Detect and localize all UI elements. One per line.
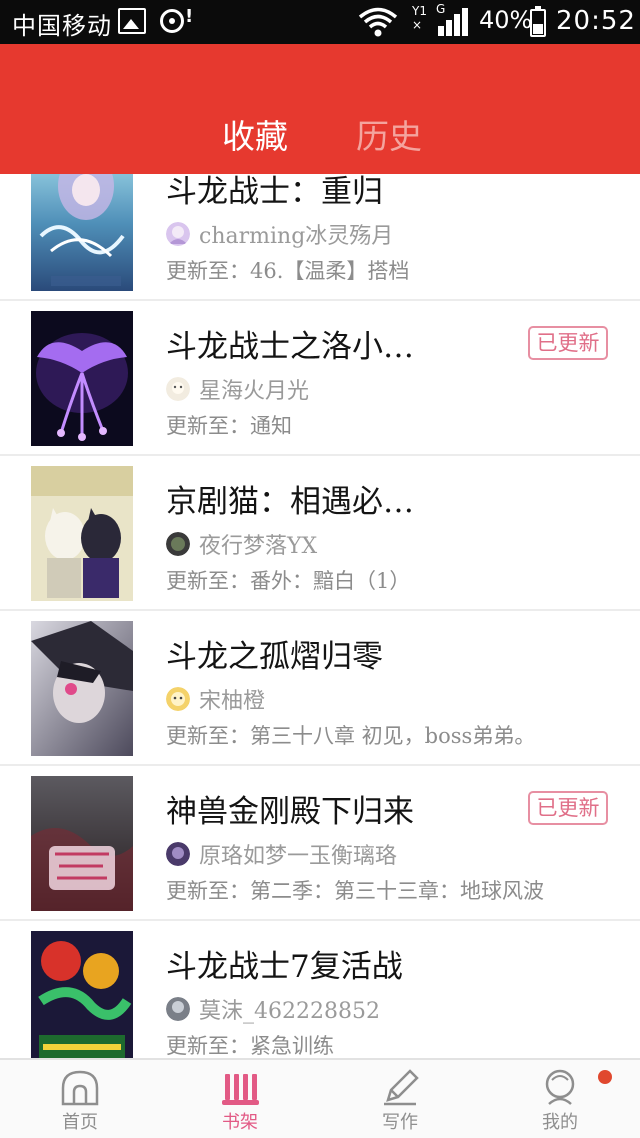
author-avatar	[166, 377, 190, 401]
nav-home[interactable]: 首页	[0, 1060, 160, 1138]
author-name: 星海火月光	[199, 379, 310, 404]
update-status: 更新至：46.【温柔】搭档	[166, 259, 410, 283]
signal-icon	[438, 8, 468, 36]
author-avatar	[166, 687, 190, 711]
nav-write[interactable]: 写作	[320, 1060, 480, 1138]
author-avatar	[166, 532, 190, 556]
list-item[interactable]: 斗龙战士7复活战 莫沫_462228852 更新至：紧急训练	[0, 921, 640, 1058]
profile-icon	[545, 1069, 575, 1105]
list-item[interactable]: 神兽金刚殿下归来 原珞如梦一玉衡璃珞 更新至：第二季：第三十三章：地球风波 已更…	[0, 766, 640, 921]
update-status: 更新至：番外：黯白（1）	[166, 569, 411, 593]
book-cover[interactable]	[31, 931, 133, 1058]
book-cover[interactable]	[31, 174, 133, 291]
book-cover[interactable]	[31, 776, 133, 911]
list-item[interactable]: 斗龙战士：重归 charming冰灵殇月 更新至：46.【温柔】搭档	[0, 174, 640, 301]
list-item[interactable]: 京剧猫：相遇必… 夜行梦落YX 更新至：番外：黯白（1）	[0, 456, 640, 611]
nav-label: 书架	[222, 1112, 258, 1133]
book-title: 斗龙战士：重归	[166, 174, 383, 210]
tab-favorites[interactable]: 收藏	[222, 110, 288, 158]
author-name: 宋柚橙	[199, 689, 266, 714]
book-cover[interactable]	[31, 466, 133, 601]
book-title: 斗龙之孤熠归零	[166, 639, 383, 675]
update-status: 更新至：第三十八章 初见，boss弟弟。	[166, 724, 536, 748]
updated-badge: 已更新	[528, 326, 608, 360]
media-icon	[160, 9, 184, 33]
update-status: 更新至：第二季：第三十三章：地球风波	[166, 879, 544, 903]
book-title: 斗龙战士之洛小…	[166, 329, 414, 365]
author-avatar	[166, 842, 190, 866]
tab-history[interactable]: 历史	[356, 110, 422, 158]
update-status: 更新至：通知	[166, 414, 292, 438]
nav-label: 首页	[62, 1112, 98, 1133]
author-name: 夜行梦落YX	[199, 534, 318, 559]
author-name: charming冰灵殇月	[199, 224, 394, 249]
app-header: 收藏 历史	[0, 44, 640, 174]
author-avatar	[166, 997, 190, 1021]
book-cover[interactable]	[31, 621, 133, 756]
updated-badge: 已更新	[528, 791, 608, 825]
home-icon	[61, 1070, 99, 1106]
list-item[interactable]: 斗龙之孤熠归零 宋柚橙 更新至：第三十八章 初见，boss弟弟。	[0, 611, 640, 766]
author-name: 莫沫_462228852	[199, 999, 380, 1024]
nav-profile[interactable]: 我的	[480, 1060, 640, 1138]
bookshelf-icon	[222, 1074, 259, 1105]
status-bar: 中国移动 ! Y1 × G 40% 20:52	[0, 0, 640, 44]
alert-mark: !	[185, 6, 194, 27]
book-title: 京剧猫：相遇必…	[166, 484, 414, 520]
nav-label: 我的	[542, 1112, 578, 1133]
clock: 20:52	[556, 6, 636, 36]
network-type: Y1 ×	[412, 4, 427, 32]
update-status: 更新至：紧急训练	[166, 1034, 334, 1058]
wifi-icon	[358, 7, 398, 37]
battery-percent: 40%	[479, 6, 533, 34]
bottom-nav: 首页 书架 写作 我的	[0, 1058, 640, 1138]
book-title: 神兽金刚殿下归来	[166, 794, 414, 830]
nav-bookshelf[interactable]: 书架	[160, 1060, 320, 1138]
author-name: 原珞如梦一玉衡璃珞	[199, 844, 398, 869]
list-item[interactable]: 斗龙战士之洛小… 星海火月光 更新至：通知 已更新	[0, 301, 640, 456]
pen-icon	[384, 1069, 419, 1106]
nav-label: 写作	[382, 1112, 418, 1133]
carrier-name: 中国移动	[12, 12, 112, 40]
author-avatar	[166, 222, 190, 246]
bookshelf-list[interactable]: 斗龙战士：重归 charming冰灵殇月 更新至：46.【温柔】搭档 斗龙战士之…	[0, 174, 640, 1058]
book-title: 斗龙战士7复活战	[166, 949, 403, 985]
battery-icon	[530, 6, 546, 37]
image-icon	[118, 8, 146, 34]
notification-dot	[598, 1070, 612, 1084]
book-cover[interactable]	[31, 311, 133, 446]
